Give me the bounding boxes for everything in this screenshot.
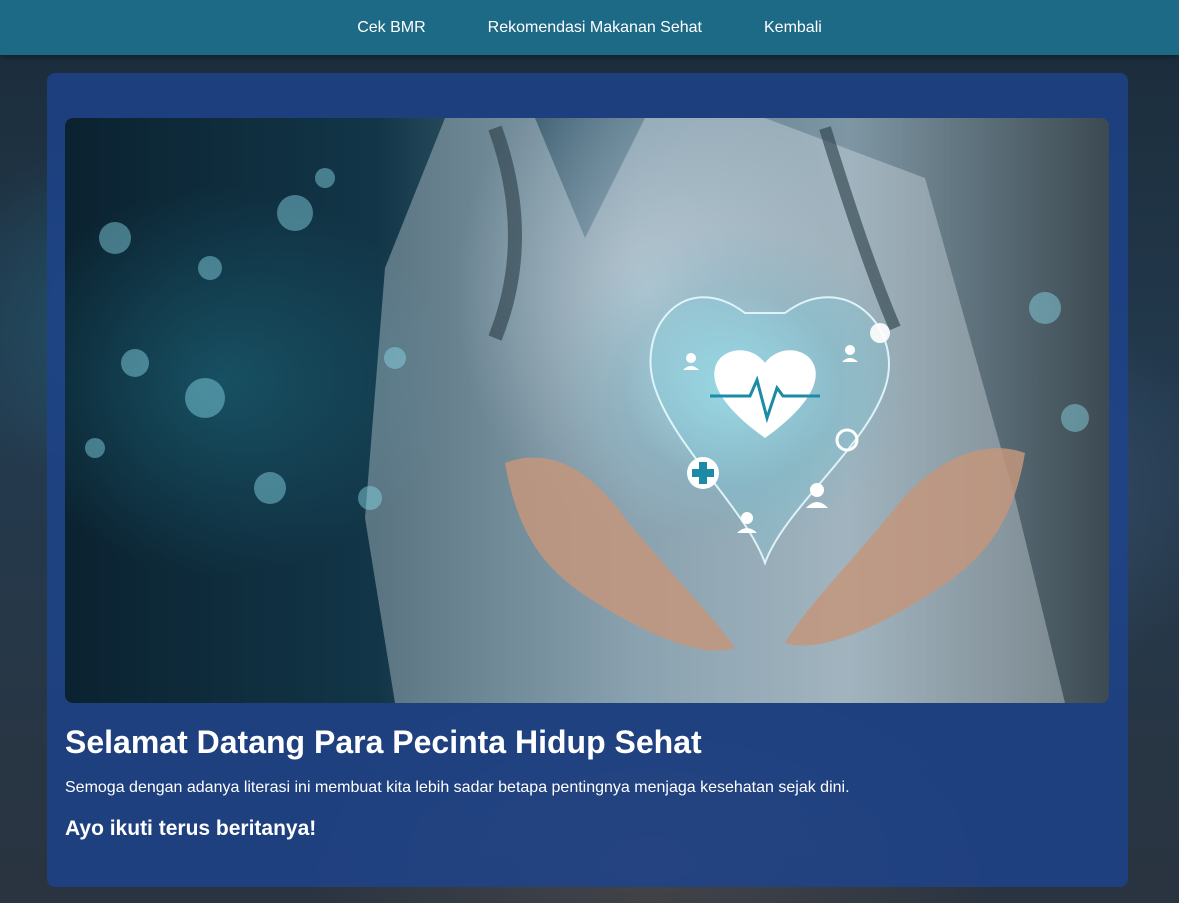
- nav-link-rekomendasi-makanan-sehat[interactable]: Rekomendasi Makanan Sehat: [488, 19, 702, 37]
- top-navbar: Cek BMR Rekomendasi Makanan Sehat Kembal…: [0, 0, 1179, 55]
- nav-link-kembali[interactable]: Kembali: [764, 19, 822, 37]
- call-to-action-text: Ayo ikuti terus beritanya!: [65, 817, 317, 840]
- nav-link-cek-bmr[interactable]: Cek BMR: [357, 19, 425, 37]
- sparkle-icon: [870, 323, 890, 343]
- page-description: Semoga dengan adanya literasi ini membua…: [65, 779, 850, 796]
- hero-illustration: [85, 118, 1089, 703]
- medical-cross-icon: [687, 457, 719, 489]
- page-title: Selamat Datang Para Pecinta Hidup Sehat: [65, 724, 702, 760]
- hero-image: [65, 118, 1109, 703]
- welcome-card: Selamat Datang Para Pecinta Hidup Sehat …: [47, 73, 1128, 887]
